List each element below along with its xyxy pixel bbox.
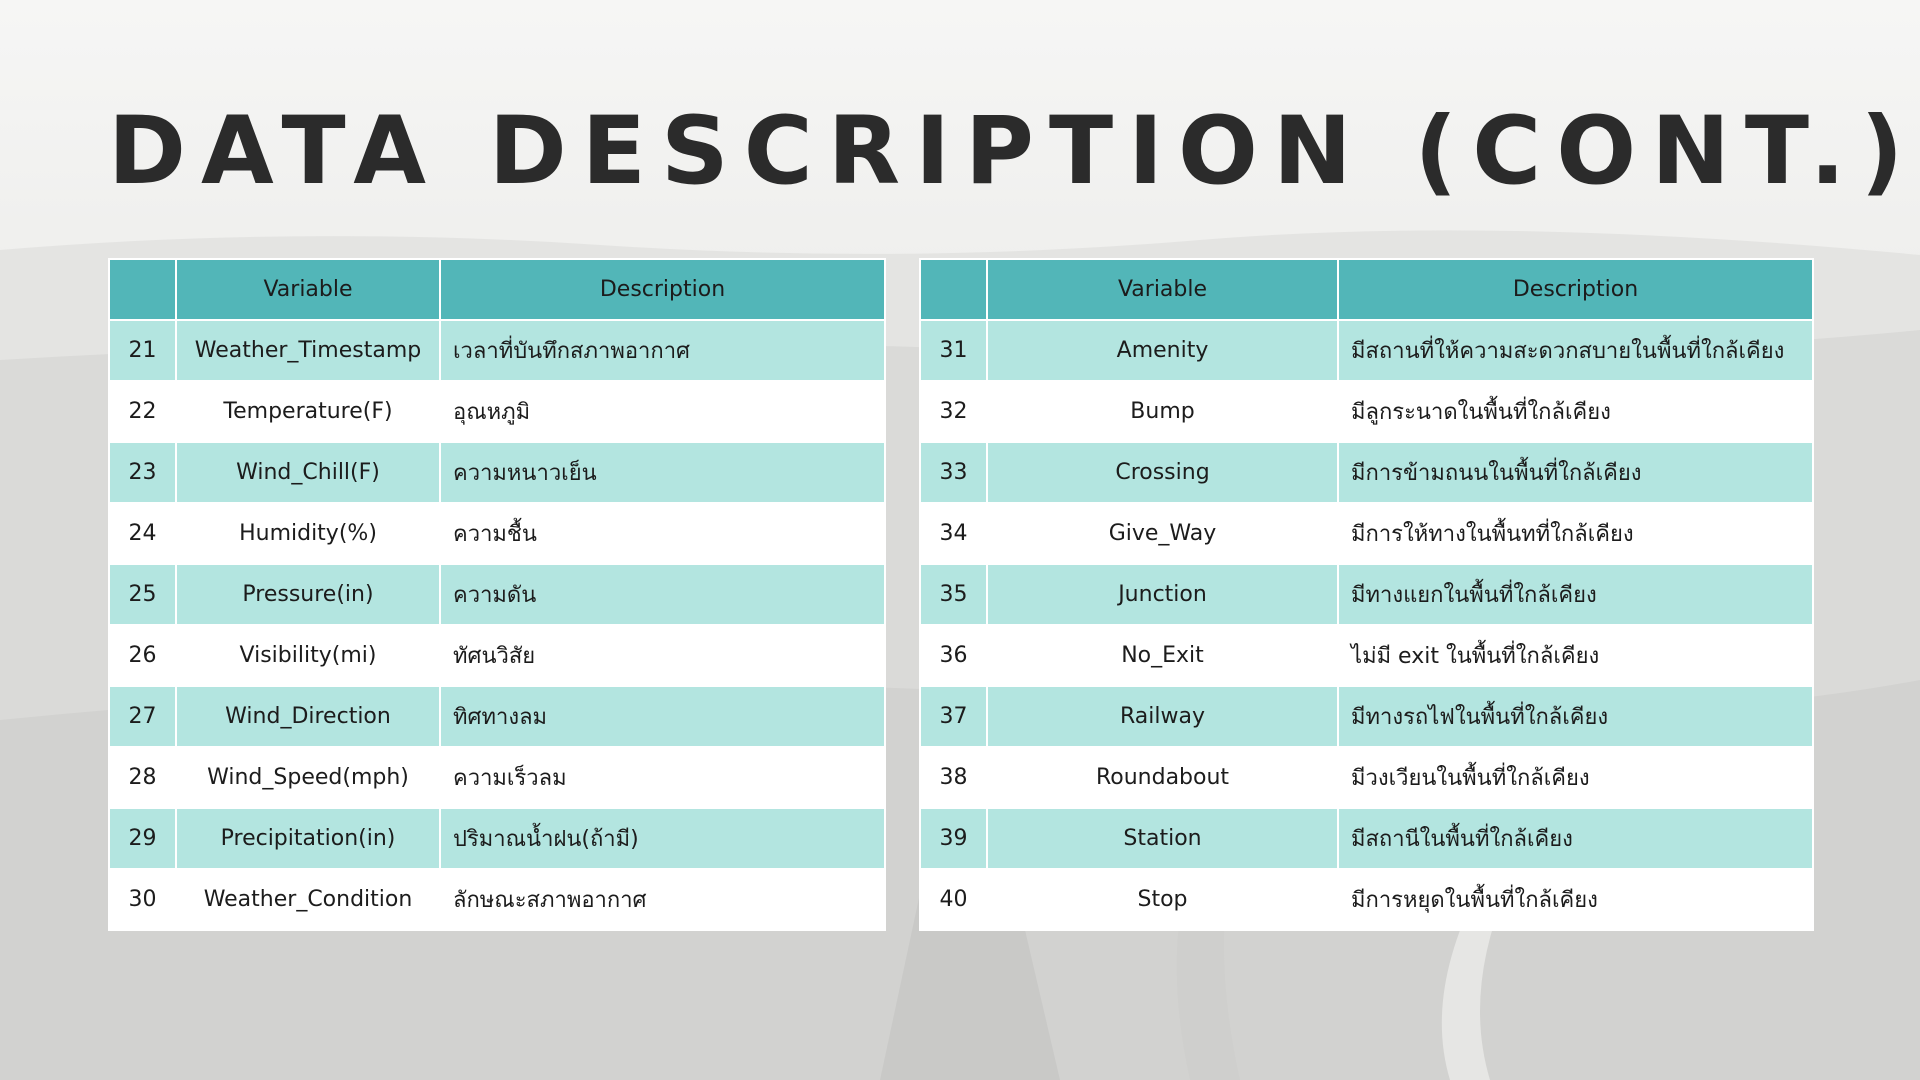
variable-name: Visibility(mi) [175, 624, 441, 687]
variable-name: Weather_Timestamp [175, 319, 441, 382]
table-row: 30 Weather_Condition ลักษณะสภาพอากาศ [108, 868, 886, 931]
variable-description: ทัศนวิสัย [439, 624, 886, 687]
variable-description: เวลาที่บันทึกสภาพอากาศ [439, 319, 886, 382]
variable-name: Temperature(F) [175, 380, 441, 443]
variable-description: มีทางแยกในพื้นที่ใกล้เคียง [1337, 563, 1814, 626]
variable-name: Station [986, 807, 1339, 870]
variable-description: มีการให้ทางในพื้นทที่ใกล้เคียง [1337, 502, 1814, 565]
variable-description: มีสถานที่ให้ความสะดวกสบายในพื้นที่ใกล้เค… [1337, 319, 1814, 382]
table-row: 35 Junction มีทางแยกในพื้นที่ใกล้เคียง [919, 563, 1814, 626]
row-number: 29 [108, 807, 177, 870]
variable-name: Weather_Condition [175, 868, 441, 931]
header-description: Description [439, 258, 886, 321]
variable-table-left: Variable Description 21 Weather_Timestamp… [108, 258, 886, 931]
variable-description: มีการหยุดในพื้นที่ใกล้เคียง [1337, 868, 1814, 931]
variable-name: Give_Way [986, 502, 1339, 565]
row-number: 37 [919, 685, 988, 748]
variable-name: Wind_Direction [175, 685, 441, 748]
row-number: 25 [108, 563, 177, 626]
variable-name: Wind_Speed(mph) [175, 746, 441, 809]
page-title: DATA DESCRIPTION (CONT.) [108, 97, 1919, 206]
table-row: 28 Wind_Speed(mph) ความเร็วลม [108, 746, 886, 809]
variable-name: Bump [986, 380, 1339, 443]
variable-table-right: Variable Description 31 Amenity มีสถานที่ใ… [919, 258, 1814, 931]
variable-description: มีสถานีในพื้นที่ใกล้เคียง [1337, 807, 1814, 870]
row-number: 22 [108, 380, 177, 443]
header-number [919, 258, 988, 321]
row-number: 26 [108, 624, 177, 687]
variable-name: Wind_Chill(F) [175, 441, 441, 504]
table-row: 27 Wind_Direction ทิศทางลม [108, 685, 886, 748]
variable-description: ไม่มี exit ในพื้นที่ใกล้เคียง [1337, 624, 1814, 687]
table-row: 37 Railway มีทางรถไฟในพื้นที่ใกล้เคียง [919, 685, 1814, 748]
table-row: 31 Amenity มีสถานที่ให้ความสะดวกสบายในพื้น… [919, 319, 1814, 382]
variable-name: Stop [986, 868, 1339, 931]
row-number: 40 [919, 868, 988, 931]
variable-description: ทิศทางลม [439, 685, 886, 748]
variable-name: Railway [986, 685, 1339, 748]
variable-description: มีวงเวียนในพื้นที่ใกล้เคียง [1337, 746, 1814, 809]
row-number: 35 [919, 563, 988, 626]
row-number: 36 [919, 624, 988, 687]
variable-description: มีการข้ามถนนในพื้นที่ใกล้เคียง [1337, 441, 1814, 504]
variable-description: ความชื้น [439, 502, 886, 565]
row-number: 21 [108, 319, 177, 382]
variable-name: Roundabout [986, 746, 1339, 809]
row-number: 23 [108, 441, 177, 504]
table-header-row: Variable Description [919, 258, 1814, 321]
table-row: 38 Roundabout มีวงเวียนในพื้นที่ใกล้เคียง [919, 746, 1814, 809]
table-row: 29 Precipitation(in) ปริมาณน้ำฝน(ถ้ามี) [108, 807, 886, 870]
table-row: 40 Stop มีการหยุดในพื้นที่ใกล้เคียง [919, 868, 1814, 931]
variable-description: ลักษณะสภาพอากาศ [439, 868, 886, 931]
table-row: 33 Crossing มีการข้ามถนนในพื้นที่ใกล้เคียง [919, 441, 1814, 504]
variable-description: มีทางรถไฟในพื้นที่ใกล้เคียง [1337, 685, 1814, 748]
table-row: 23 Wind_Chill(F) ความหนาวเย็น [108, 441, 886, 504]
table-row: 39 Station มีสถานีในพื้นที่ใกล้เคียง [919, 807, 1814, 870]
row-number: 34 [919, 502, 988, 565]
table-row: 22 Temperature(F) อุณหภูมิ [108, 380, 886, 443]
header-variable: Variable [175, 258, 441, 321]
variable-name: Pressure(in) [175, 563, 441, 626]
variable-description: อุณหภูมิ [439, 380, 886, 443]
table-row: 26 Visibility(mi) ทัศนวิสัย [108, 624, 886, 687]
variable-name: Humidity(%) [175, 502, 441, 565]
row-number: 32 [919, 380, 988, 443]
table-row: 21 Weather_Timestamp เวลาที่บันทึกสภาพอากา… [108, 319, 886, 382]
row-number: 24 [108, 502, 177, 565]
row-number: 38 [919, 746, 988, 809]
row-number: 39 [919, 807, 988, 870]
variable-description: ความหนาวเย็น [439, 441, 886, 504]
table-header-row: Variable Description [108, 258, 886, 321]
variable-name: No_Exit [986, 624, 1339, 687]
header-description: Description [1337, 258, 1814, 321]
variable-description: ความเร็วลม [439, 746, 886, 809]
variable-description: มีลูกระนาดในพื้นที่ใกล้เคียง [1337, 380, 1814, 443]
variable-name: Crossing [986, 441, 1339, 504]
table-row: 25 Pressure(in) ความดัน [108, 563, 886, 626]
variable-name: Junction [986, 563, 1339, 626]
row-number: 33 [919, 441, 988, 504]
header-number [108, 258, 177, 321]
header-variable: Variable [986, 258, 1339, 321]
variable-name: Precipitation(in) [175, 807, 441, 870]
table-row: 34 Give_Way มีการให้ทางในพื้นทที่ใกล้เคียง [919, 502, 1814, 565]
row-number: 27 [108, 685, 177, 748]
table-row: 24 Humidity(%) ความชื้น [108, 502, 886, 565]
table-row: 36 No_Exit ไม่มี exit ในพื้นที่ใกล้เคียง [919, 624, 1814, 687]
variable-description: ปริมาณน้ำฝน(ถ้ามี) [439, 807, 886, 870]
row-number: 30 [108, 868, 177, 931]
row-number: 31 [919, 319, 988, 382]
row-number: 28 [108, 746, 177, 809]
variable-description: ความดัน [439, 563, 886, 626]
variable-name: Amenity [986, 319, 1339, 382]
table-row: 32 Bump มีลูกระนาดในพื้นที่ใกล้เคียง [919, 380, 1814, 443]
